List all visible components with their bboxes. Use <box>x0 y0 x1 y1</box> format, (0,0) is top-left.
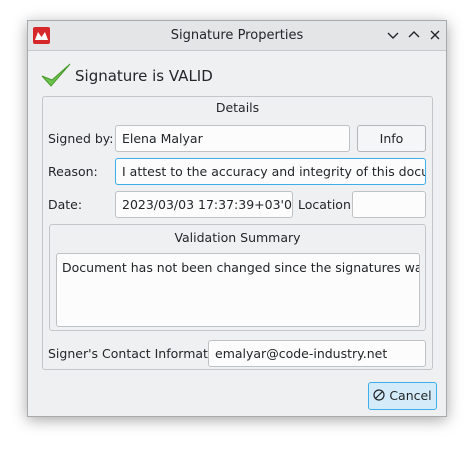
minimize-icon[interactable] <box>385 27 401 43</box>
validation-summary-group: Validation Summary Document has not been… <box>49 224 426 331</box>
date-label: Date: <box>48 197 83 212</box>
checkmark-icon <box>41 63 71 87</box>
info-button[interactable]: Info <box>357 125 426 152</box>
contact-info-label: Signer's Contact Information: <box>48 346 232 361</box>
cancel-label: Cancel <box>389 388 432 403</box>
signature-properties-dialog: Signature Properties Signature is VALID … <box>27 20 447 417</box>
window-title: Signature Properties <box>170 28 304 43</box>
cancel-icon <box>373 389 385 401</box>
maximize-icon[interactable] <box>406 27 422 43</box>
cancel-button[interactable]: Cancel <box>368 382 437 410</box>
reason-field[interactable]: I attest to the accuracy and integrity o… <box>115 158 426 185</box>
contact-info-field[interactable]: emalyar@code-industry.net <box>208 340 426 367</box>
location-label: Location: <box>298 197 356 212</box>
reason-label: Reason: <box>48 164 98 179</box>
validation-summary-text[interactable]: Document has not been changed since the … <box>56 253 420 327</box>
location-field[interactable] <box>352 191 426 218</box>
close-icon[interactable] <box>427 27 443 43</box>
validation-summary-title: Validation Summary <box>174 230 301 245</box>
signed-by-field[interactable]: Elena Malyar <box>115 125 350 152</box>
date-field[interactable]: 2023/03/03 17:37:39+03'00' <box>115 191 293 218</box>
details-group: Details Signed by: Elena Malyar Info Rea… <box>42 96 433 370</box>
status-text: Signature is VALID <box>75 67 213 85</box>
signed-by-label: Signed by: <box>48 131 114 146</box>
title-bar[interactable]: Signature Properties <box>28 21 446 51</box>
details-title: Details <box>215 100 260 115</box>
